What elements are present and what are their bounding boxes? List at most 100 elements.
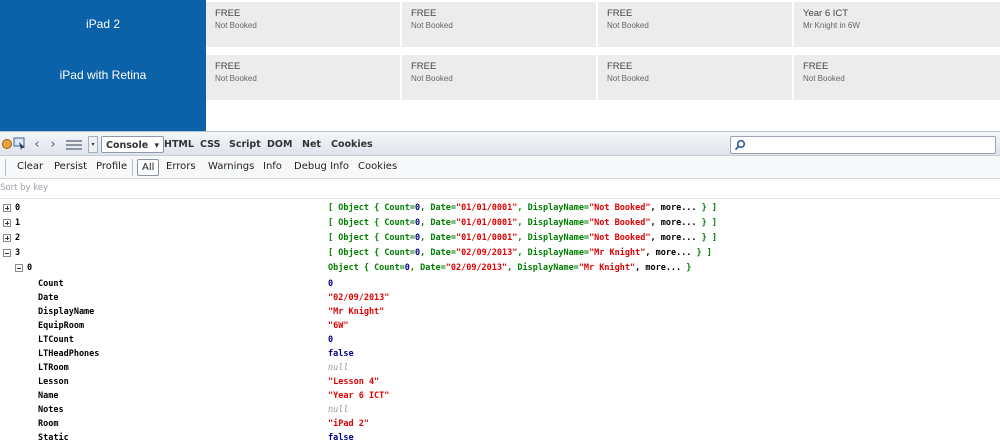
filter-debug-info-button[interactable]: Debug Info — [290, 159, 353, 176]
filter-info-button[interactable]: Info — [259, 159, 286, 176]
tree-row[interactable]: 0 Object { Count=0, Date="02/09/2013", Di… — [0, 261, 1000, 275]
property-row[interactable]: Name "Year 6 ICT" — [0, 389, 1000, 403]
forward-icon[interactable]: › — [46, 137, 60, 154]
tab-net[interactable]: Net — [302, 136, 321, 153]
persist-button[interactable]: Persist — [50, 159, 91, 176]
booking-detail: Not Booked — [215, 74, 257, 83]
property-row[interactable]: Date "02/09/2013" — [0, 291, 1000, 305]
property-value[interactable]: false — [328, 431, 354, 445]
panel-menu-icon[interactable] — [66, 138, 82, 155]
property-value[interactable]: "Year 6 ICT" — [328, 389, 389, 403]
booking-cell[interactable]: FREE Not Booked — [206, 2, 400, 47]
property-value[interactable]: 0 — [328, 277, 333, 291]
tab-html[interactable]: HTML — [164, 136, 194, 153]
sort-row: Sort by key — [0, 180, 1000, 199]
prop-key: , DisplayName= — [517, 248, 590, 258]
more-link[interactable]: , more... — [635, 263, 681, 273]
booking-cell[interactable]: FREE Not Booked — [794, 55, 1000, 100]
tree-row[interactable]: 0 [ Object { Count=0, Date="01/01/0001", … — [0, 201, 1000, 215]
booking-cell[interactable]: FREE Not Booked — [598, 2, 792, 47]
filter-cookies-button[interactable]: Cookies — [354, 159, 401, 176]
object-summary[interactable]: [ Object { Count=0, Date="02/09/2013", D… — [328, 246, 712, 260]
booking-cell[interactable]: FREE Not Booked — [402, 2, 596, 47]
property-value[interactable]: 0 — [328, 333, 333, 347]
booking-detail: Not Booked — [803, 74, 845, 83]
back-icon[interactable]: ‹ — [30, 137, 44, 154]
property-value[interactable]: "6W" — [328, 319, 348, 333]
property-value[interactable]: "Lesson 4" — [328, 375, 379, 389]
prop-key: , Date= — [420, 233, 456, 243]
object-summary[interactable]: [ Object { Count=0, Date="01/01/0001", D… — [328, 231, 717, 245]
property-row[interactable]: Lesson "Lesson 4" — [0, 375, 1000, 389]
prop-value: "Mr Knight" — [589, 248, 646, 258]
object-summary[interactable]: [ Object { Count=0, Date="01/01/0001", D… — [328, 201, 717, 215]
tree-key: 3 — [15, 248, 21, 258]
booking-cell[interactable]: FREE Not Booked — [402, 55, 596, 100]
device-name[interactable]: iPad with Retina — [0, 68, 206, 82]
filter-warnings-button[interactable]: Warnings — [204, 159, 258, 176]
device-name[interactable]: iPad 2 — [0, 17, 206, 31]
booking-status: FREE — [215, 8, 241, 19]
booking-cell[interactable]: Year 6 ICT Mr Knight in 6W — [794, 2, 1000, 47]
tree-row[interactable]: 2 [ Object { Count=0, Date="01/01/0001", … — [0, 231, 1000, 245]
more-link[interactable]: , more... — [650, 218, 696, 228]
property-value[interactable]: "iPad 2" — [328, 417, 369, 431]
tab-css[interactable]: CSS — [200, 136, 220, 153]
inspect-element-icon[interactable] — [13, 137, 27, 151]
more-link[interactable]: , more... — [650, 233, 696, 243]
tab-dom[interactable]: DOM — [267, 136, 292, 153]
object-summary[interactable]: [ Object { Count=0, Date="01/01/0001", D… — [328, 216, 717, 230]
expand-icon[interactable] — [3, 234, 11, 242]
property-value[interactable]: "Mr Knight" — [328, 305, 384, 319]
booking-status: FREE — [607, 8, 633, 19]
chevron-down-icon[interactable]: ▾ — [154, 141, 159, 151]
property-row[interactable]: EquipRoom "6W" — [0, 319, 1000, 333]
prop-value: "Not Booked" — [589, 233, 651, 243]
booking-status: Year 6 ICT — [803, 8, 849, 19]
property-value[interactable]: null — [328, 403, 348, 417]
property-row[interactable]: LTRoom null — [0, 361, 1000, 375]
booking-cell[interactable]: FREE Not Booked — [598, 55, 792, 100]
property-row[interactable]: Notes null — [0, 403, 1000, 417]
property-row[interactable]: Count 0 — [0, 277, 1000, 291]
prop-value: "01/01/0001" — [455, 218, 518, 228]
prop-key: Count= — [384, 218, 416, 228]
collapse-icon[interactable] — [3, 249, 11, 257]
filter-all-button[interactable]: All — [137, 159, 160, 176]
booking-detail: Not Booked — [411, 21, 453, 30]
expand-icon[interactable] — [3, 204, 11, 212]
profile-button[interactable]: Profile — [92, 159, 131, 176]
prop-key: Count= — [384, 203, 416, 213]
prop-key: , DisplayName= — [517, 203, 590, 213]
property-row[interactable]: Static false — [0, 431, 1000, 445]
property-row[interactable]: DisplayName "Mr Knight" — [0, 305, 1000, 319]
property-row[interactable]: LTHeadPhones false — [0, 347, 1000, 361]
tab-script[interactable]: Script — [229, 136, 261, 153]
options-dropdown-icon[interactable]: ▾ — [88, 136, 98, 153]
property-value[interactable]: false — [328, 347, 354, 361]
tree-row[interactable]: 1 [ Object { Count=0, Date="01/01/0001", … — [0, 216, 1000, 230]
booking-detail: Mr Knight in 6W — [803, 21, 860, 30]
more-link[interactable]: , more... — [650, 203, 696, 213]
more-link[interactable]: , more... — [645, 248, 691, 258]
expand-icon[interactable] — [3, 219, 11, 227]
property-row[interactable]: LTCount 0 — [0, 333, 1000, 347]
firebug-menu-icon[interactable] — [1, 138, 13, 150]
object-summary[interactable]: Object { Count=0, Date="02/09/2013", Dis… — [328, 261, 691, 275]
search-input[interactable] — [730, 136, 996, 154]
property-row[interactable]: Room "iPad 2" — [0, 417, 1000, 431]
bracket: } ] — [696, 218, 718, 228]
filter-errors-button[interactable]: Errors — [162, 159, 200, 176]
booking-cell[interactable]: FREE Not Booked — [206, 55, 400, 100]
sort-by-key-label[interactable]: Sort by key — [0, 183, 48, 193]
tree-key: 1 — [15, 218, 21, 228]
tab-cookies[interactable]: Cookies — [331, 136, 373, 153]
tab-console[interactable]: Console ▾ — [101, 136, 164, 153]
tree-row[interactable]: 3 [ Object { Count=0, Date="02/09/2013", … — [0, 246, 1000, 260]
property-value[interactable]: "02/09/2013" — [328, 291, 389, 305]
property-key: Count — [38, 279, 64, 289]
clear-button[interactable]: Clear — [13, 159, 47, 176]
property-value[interactable]: null — [328, 361, 348, 375]
collapse-icon[interactable] — [15, 264, 23, 272]
bracket: } — [681, 263, 692, 273]
